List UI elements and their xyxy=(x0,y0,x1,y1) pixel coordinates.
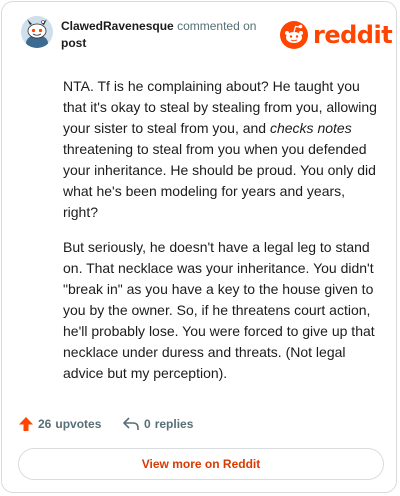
replies-label: replies xyxy=(154,417,194,431)
comment-italic-text: checks notes xyxy=(269,120,352,136)
upvote-arrow-icon xyxy=(19,417,33,431)
replies-stat[interactable]: 0 replies xyxy=(122,416,193,432)
comment-meta: ClawedRavenesque commented on post xyxy=(61,18,271,52)
avatar-snoo-icon xyxy=(21,16,53,48)
reddit-wordmark: reddit xyxy=(313,21,393,49)
reddit-logo-icon xyxy=(280,21,308,49)
username-link[interactable]: ClawedRavenesque xyxy=(61,19,174,33)
comment-text: threatening to steal from you when you d… xyxy=(63,141,376,220)
upvotes-stat[interactable]: 26 upvotes xyxy=(18,416,101,432)
post-link[interactable]: post xyxy=(61,35,271,52)
comment-header: ClawedRavenesque commented on post reddi… xyxy=(21,16,393,56)
comment-footer: 26 upvotes 0 replies xyxy=(18,412,378,436)
reply-icon xyxy=(123,417,139,430)
action-text: commented on xyxy=(177,19,257,33)
comment-paragraph: But seriously, he doesn't have a legal l… xyxy=(63,239,375,381)
comment-paragraph: NTA. Tf is he complaining about? He taug… xyxy=(63,76,379,223)
embed-card: ClawedRavenesque commented on post reddi… xyxy=(1,1,397,493)
view-more-button[interactable]: View more on Reddit xyxy=(18,448,384,480)
replies-count: 0 xyxy=(144,417,151,431)
upvotes-count: 26 xyxy=(38,417,52,431)
comment-body: NTA. Tf is he complaining about? He taug… xyxy=(63,76,379,398)
avatar[interactable] xyxy=(21,16,53,48)
reddit-logo[interactable]: reddit xyxy=(279,20,393,52)
upvotes-label: upvotes xyxy=(55,417,102,431)
